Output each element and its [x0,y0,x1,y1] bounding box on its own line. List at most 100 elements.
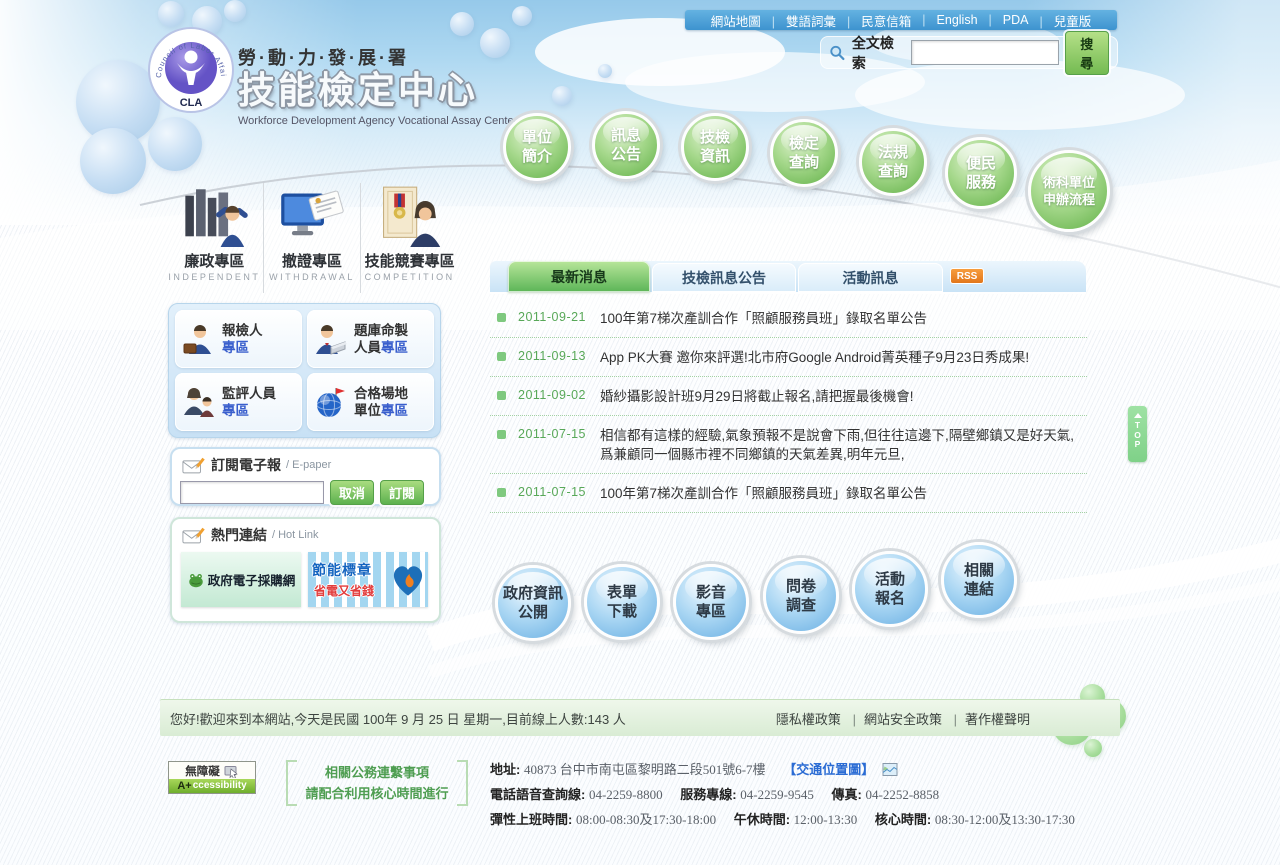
address-value: 40873 台中市南屯區黎明路二段501號6-7樓 [524,762,766,777]
news-title-link[interactable]: 100年第7梯次產訓合作「照顧服務員班」錄取名單公告 [600,483,1087,503]
lunch-hours-value: 12:00-13:30 [794,812,858,827]
top-label: TOP [1134,421,1142,450]
nav-label: 相關 [964,561,994,580]
nav-label: 服務 [966,173,996,192]
competition-medal-icon [375,185,443,247]
nav-bilingual-glossary-link[interactable]: 雙語詞彙 [761,11,836,30]
qualified-venue-zone-card[interactable]: 合格場地 單位專區 [307,373,434,431]
service-line-value: 04-2259-9545 [740,787,814,802]
main-nav-public-services[interactable]: 便民服務 [945,137,1017,209]
nav-label: 政府資訊 [503,584,563,603]
search-button[interactable]: 搜尋 [1065,31,1109,75]
news-title-link[interactable]: 相信都有這樣的經驗,氣象預報不是說會下雨,但往往這邊下,隔壁鄉鎮又是好天氣,爲兼… [600,425,1087,464]
integrity-zone[interactable]: 廉政專區 INDEPENDENT [166,183,263,293]
zone-title: 撤證專區 [264,250,361,271]
search-bar: 全文檢索 搜尋 [820,36,1118,69]
banner-label: 政府電子採購網 [208,570,296,589]
tab-event-news[interactable]: 活動訊息 [798,263,943,292]
privacy-policy-link[interactable]: 隱私權政策 [776,712,841,727]
traffic-map-link[interactable]: 【交通位置圖】 [783,762,874,777]
copyright-link[interactable]: 著作權聲明 [946,712,1030,727]
service-line-label: 服務專線: [680,787,736,802]
card-title: 監評人員 [222,386,276,401]
revocation-zone[interactable]: 撤證專區 WITHDRAWAL [263,183,361,293]
tab-latest-news[interactable]: 最新消息 [508,261,650,292]
nav-label: 公告 [611,145,641,164]
news-date: 2011-09-21 [518,308,600,324]
energy-label-banner[interactable]: 節能標章 省電又省錢 [308,552,428,607]
news-date: 2011-07-15 [518,483,600,499]
zone-title: 技能競賽專區 [361,250,458,271]
nav-label: 資訊 [700,147,730,166]
molecule-decoration [1084,739,1102,757]
epaper-subtitle: / E-paper [286,459,331,471]
nav-english-link[interactable]: English [911,13,977,27]
evaluator-zone-card[interactable]: 監評人員 專區 [175,373,302,431]
applicant-zone-card[interactable]: 報檢人 專區 [175,310,302,368]
qualified-venue-globe-icon [314,386,348,418]
service-nav-media-zone[interactable]: 影音專區 [673,564,749,640]
news-item[interactable]: 2011-09-02 婚紗攝影設計班9月29日將截止報名,請把握最後機會! [490,377,1087,416]
main-nav-practical-exam-process[interactable]: 術科單位申辦流程 [1028,150,1110,232]
fax-label: 傳真: [832,787,862,802]
applicant-icon [182,323,216,355]
news-title-link[interactable]: 100年第7梯次產訓合作「照顧服務員班」錄取名單公告 [600,308,1087,328]
status-bar: 您好!歡迎來到本網站,今天是民國 100年 9 月 25 日 星期一,目前線上人… [160,699,1120,736]
nav-label: 影音 [696,583,726,602]
main-nav-certification-query[interactable]: 檢定查詢 [770,119,838,187]
map-icon[interactable] [882,763,898,776]
service-nav-gov-info-disclosure[interactable]: 政府資訊公開 [495,565,571,641]
nav-label: 技檢 [700,128,730,147]
security-policy-link[interactable]: 網站安全政策 [845,712,942,727]
news-list: 2011-09-21 100年第7梯次產訓合作「照顧服務員班」錄取名單公告 20… [490,299,1087,513]
nav-pda-link[interactable]: PDA [978,13,1029,27]
skills-competition-zone[interactable]: 技能競賽專區 COMPETITION [360,183,458,293]
nav-label: 單位 [522,128,552,147]
nav-label: 表單 [607,583,637,602]
gov-eprocurement-banner[interactable]: 政府電子採購網 [181,552,301,607]
tab-label: 活動訊息 [843,268,899,288]
lunch-hours-label: 午休時間: [734,812,790,827]
news-item[interactable]: 2011-09-13 App PK大賽 邀你來評選!北市府Google Andr… [490,338,1087,377]
rss-button[interactable]: RSS [950,268,984,284]
main-nav-regulations-query[interactable]: 法規查詢 [859,128,927,196]
news-item[interactable]: 2011-09-21 100年第7梯次產訓合作「照顧服務員班」錄取名單公告 [490,299,1087,338]
search-input[interactable] [911,40,1059,65]
main-nav-assay-info[interactable]: 技檢資訊 [681,113,749,181]
news-tabstrip: 最新消息 技檢訊息公告 活動訊息 RSS [490,261,1086,292]
epaper-email-input[interactable] [180,481,324,504]
nav-sitemap-link[interactable]: 網站地圖 [711,11,761,30]
news-title-link[interactable]: 婚紗攝影設計班9月29日將截止報名,請把握最後機會! [600,386,1087,406]
epaper-title: 訂閱電子報 [211,455,281,475]
zone-subtitle: INDEPENDENT [166,272,263,282]
office-hours-notice: 相關公務連繫事項 請配合利用核心時間進行 [286,760,468,806]
site-title: 技能檢定中心 [238,70,568,112]
main-nav-announcements[interactable]: 訊息公告 [592,111,660,179]
welcome-message: 您好!歡迎來到本網站,今天是民國 100年 9 月 25 日 星期一,目前線上人… [170,709,626,728]
service-nav-related-links[interactable]: 相關連結 [941,542,1017,618]
epaper-subscribe-button[interactable]: 訂閱 [380,480,424,505]
card-title: 題庫命製 [354,323,408,338]
tab-assay-announcements[interactable]: 技檢訊息公告 [652,263,796,292]
service-nav-forms-download[interactable]: 表單下載 [584,564,660,640]
cla-logo[interactable]: Council of Labor Affairs CLA [147,26,235,114]
card-title: 單位 [354,403,381,418]
flex-hours-label: 彈性上班時間: [490,812,572,827]
accessibility-badge[interactable]: 無障礙 A+ccessibility [168,761,256,794]
card-title: 人員 [354,340,381,355]
question-bank-staff-zone-card[interactable]: 題庫命製 人員專區 [307,310,434,368]
card-title: 合格場地 [354,386,408,401]
nav-label: 訊息 [611,126,641,145]
nav-opinion-mailbox-link[interactable]: 民意信箱 [836,11,911,30]
news-item[interactable]: 2011-07-15 相信都有這樣的經驗,氣象預報不是說會下雨,但往往這邊下,隔… [490,416,1087,474]
main-nav-unit-intro[interactable]: 單位簡介 [503,113,571,181]
news-item[interactable]: 2011-07-15 100年第7梯次產訓合作「照顧服務員班」錄取名單公告 [490,474,1087,513]
news-title-link[interactable]: App PK大賽 邀你來評選!北市府Google Android菁英種子9月23… [600,347,1087,367]
address-label: 地址: [490,762,520,777]
service-nav-survey[interactable]: 問卷調查 [763,558,839,634]
nav-kids-link[interactable]: 兒童版 [1028,11,1091,30]
back-to-top-button[interactable]: TOP [1128,406,1147,462]
epaper-cancel-button[interactable]: 取消 [330,480,374,505]
flex-hours-value: 08:00-08:30及17:30-18:00 [576,812,716,827]
service-nav-event-registration[interactable]: 活動報名 [852,551,928,627]
